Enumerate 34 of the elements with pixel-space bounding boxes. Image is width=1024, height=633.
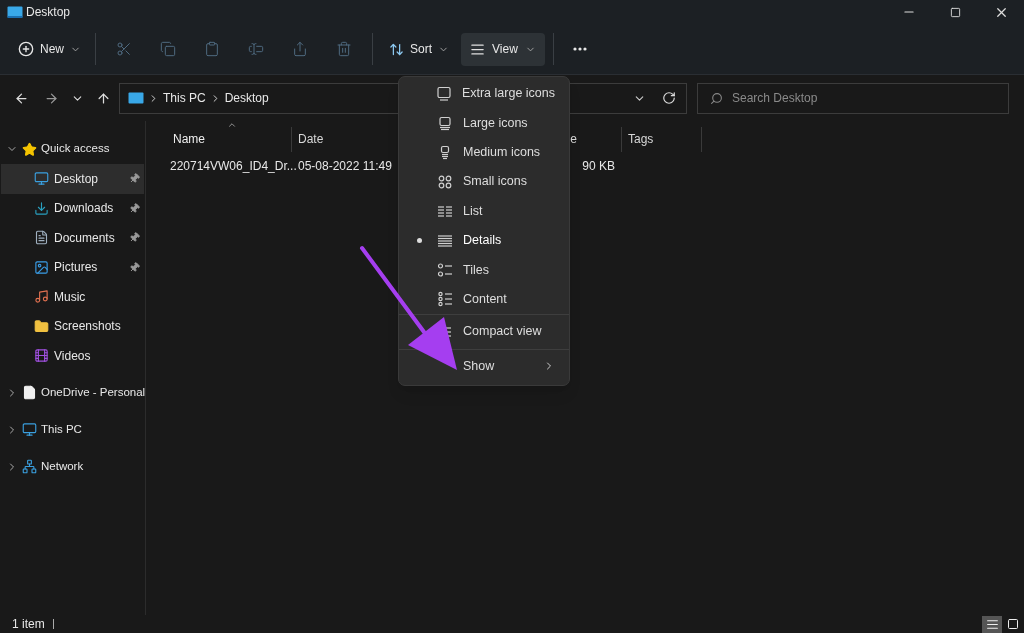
window-title: Desktop — [26, 4, 71, 21]
menu-item[interactable]: Extra large icons — [401, 79, 567, 109]
breadcrumb[interactable]: Desktop — [224, 89, 269, 107]
sidebar-item[interactable]: Videos — [1, 341, 144, 371]
sidebar-item[interactable]: Music — [1, 282, 144, 312]
sidebar-item[interactable]: Desktop — [1, 164, 144, 194]
sidebar-item[interactable]: Documents — [1, 223, 144, 253]
tree-item[interactable]: Network — [0, 451, 145, 482]
column-header[interactable]: Date — [298, 130, 324, 148]
menu-item[interactable]: Details — [401, 225, 567, 256]
tree-item[interactable]: This PC — [0, 414, 145, 445]
menu-item[interactable]: Content — [401, 284, 567, 315]
menu-item[interactable]: Large icons — [401, 108, 567, 138]
item-count: 1 item — [12, 616, 45, 633]
column-header[interactable]: Tags — [628, 130, 654, 148]
sidebar-item[interactable]: Screenshots — [1, 311, 144, 341]
tree-item[interactable]: OneDrive - Personal — [0, 377, 145, 408]
column-header[interactable]: Name — [173, 130, 205, 148]
column-header[interactable]: e — [570, 130, 577, 148]
view-button[interactable]: View — [461, 32, 545, 66]
sidebar-item[interactable]: Downloads — [1, 193, 144, 223]
file-name[interactable]: 220714VW06_ID4_Dr... — [170, 157, 297, 175]
menu-item[interactable]: Medium icons — [401, 137, 567, 168]
menu-item[interactable]: Show — [401, 351, 567, 381]
search-field[interactable]: Search Desktop — [697, 82, 1009, 114]
sidebar-item[interactable]: Pictures — [1, 252, 144, 282]
tree-item[interactable]: Quick access — [0, 134, 145, 164]
breadcrumb[interactable]: This PC — [163, 89, 206, 107]
menu-item[interactable]: List — [401, 196, 567, 226]
menu-item[interactable]: Small icons — [401, 167, 567, 197]
size-cell-text: 90 KB — [581, 158, 615, 175]
sort-button[interactable]: Sort — [381, 33, 458, 65]
new-button[interactable]: New — [12, 33, 87, 65]
menu-item[interactable]: Tiles — [401, 255, 567, 285]
